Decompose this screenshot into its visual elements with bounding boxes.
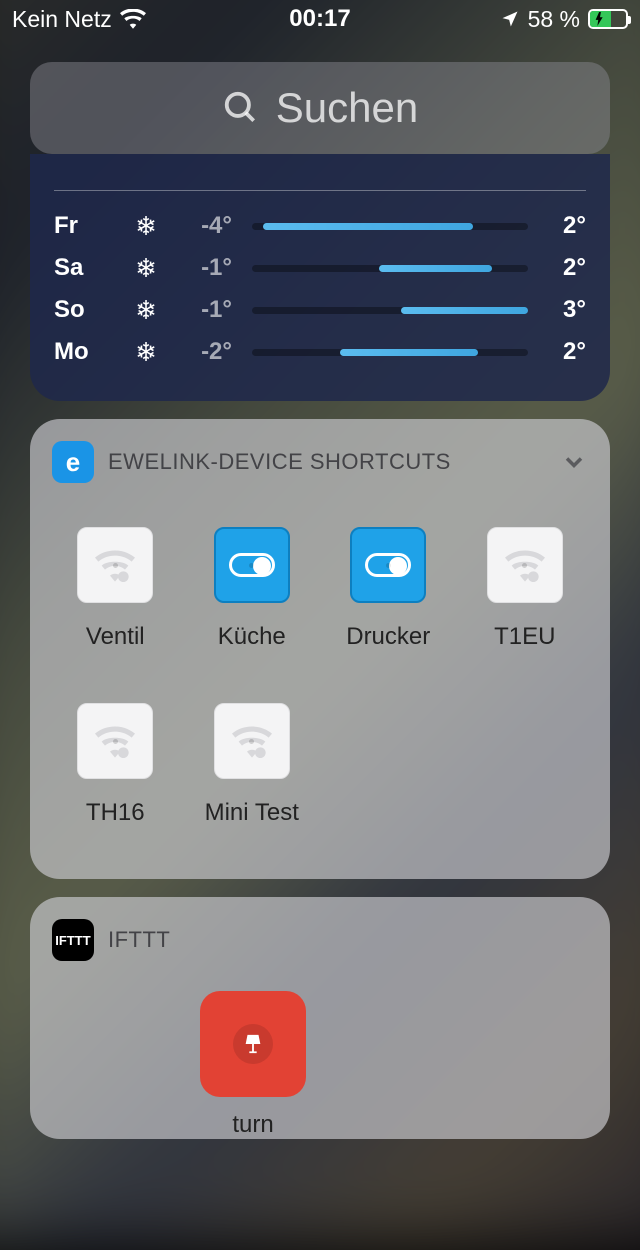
forecast-row: So❄︎-1° 3° [54,289,586,331]
forecast-low: -1° [174,254,244,282]
device-shortcut[interactable]: Mini Test [189,703,316,827]
snow-icon: ❄︎ [122,295,170,326]
device-shortcut[interactable]: TH16 [52,703,179,827]
forecast-day: So [54,296,118,324]
forecast-row: Mo❄︎-2° 2° [54,331,586,373]
device-label: TH16 [86,799,145,827]
ifttt-app-icon: IFTTT [52,919,94,961]
search-placeholder: Suchen [276,84,418,132]
temp-range-bar [252,307,528,314]
lamp-icon [233,1024,273,1064]
device-label: Drucker [346,623,430,651]
forecast-day: Mo [54,338,118,366]
divider [54,190,586,191]
snow-icon: ❄︎ [122,253,170,284]
ifttt-applet[interactable] [200,991,306,1097]
temp-range-bar [252,349,528,356]
device-off-icon [77,703,153,779]
forecast-low: -1° [174,296,244,324]
device-off-icon [77,527,153,603]
device-shortcut[interactable]: Ventil [52,527,179,651]
device-label: Mini Test [205,799,299,827]
device-on-icon [214,527,290,603]
forecast-row: Fr❄︎-4° 2° [54,205,586,247]
forecast-day: Fr [54,212,118,240]
battery-icon [588,9,628,29]
forecast-row: Sa❄︎-1° 2° [54,247,586,289]
ewelink-widget[interactable]: e EWELINK-DEVICE SHORTCUTS Ventil Küche Dr… [30,419,610,879]
weather-widget[interactable]: Fr❄︎-4°2°Sa❄︎-1°2°So❄︎-1°3°Mo❄︎-2°2° [30,154,610,401]
search-field[interactable]: Suchen [30,62,610,154]
device-label: Küche [218,623,286,651]
device-shortcut[interactable]: Drucker [325,527,452,651]
device-on-icon [350,527,426,603]
ifttt-applet-label: turn [186,1111,320,1139]
search-icon [222,89,260,127]
temp-range-bar [252,265,528,272]
ewelink-app-icon: e [52,441,94,483]
forecast-high: 2° [536,338,586,366]
ifttt-widget[interactable]: IFTTT IFTTT turn [30,897,610,1139]
device-off-icon [214,703,290,779]
device-off-icon [487,527,563,603]
snow-icon: ❄︎ [122,211,170,242]
device-shortcut[interactable]: Küche [189,527,316,651]
forecast-high: 2° [536,212,586,240]
device-shortcut[interactable]: T1EU [462,527,589,651]
clock: 00:17 [0,5,640,33]
status-bar: Kein Netz 00:17 58 % [0,0,640,38]
device-label: T1EU [494,623,555,651]
ewelink-title: EWELINK-DEVICE SHORTCUTS [108,449,451,475]
temp-range-bar [252,223,528,230]
forecast-low: -2° [174,338,244,366]
ifttt-title: IFTTT [108,927,170,953]
forecast-low: -4° [174,212,244,240]
device-label: Ventil [86,623,145,651]
chevron-down-icon[interactable] [560,448,588,476]
snow-icon: ❄︎ [122,337,170,368]
forecast-high: 3° [536,296,586,324]
forecast-high: 2° [536,254,586,282]
forecast-day: Sa [54,254,118,282]
